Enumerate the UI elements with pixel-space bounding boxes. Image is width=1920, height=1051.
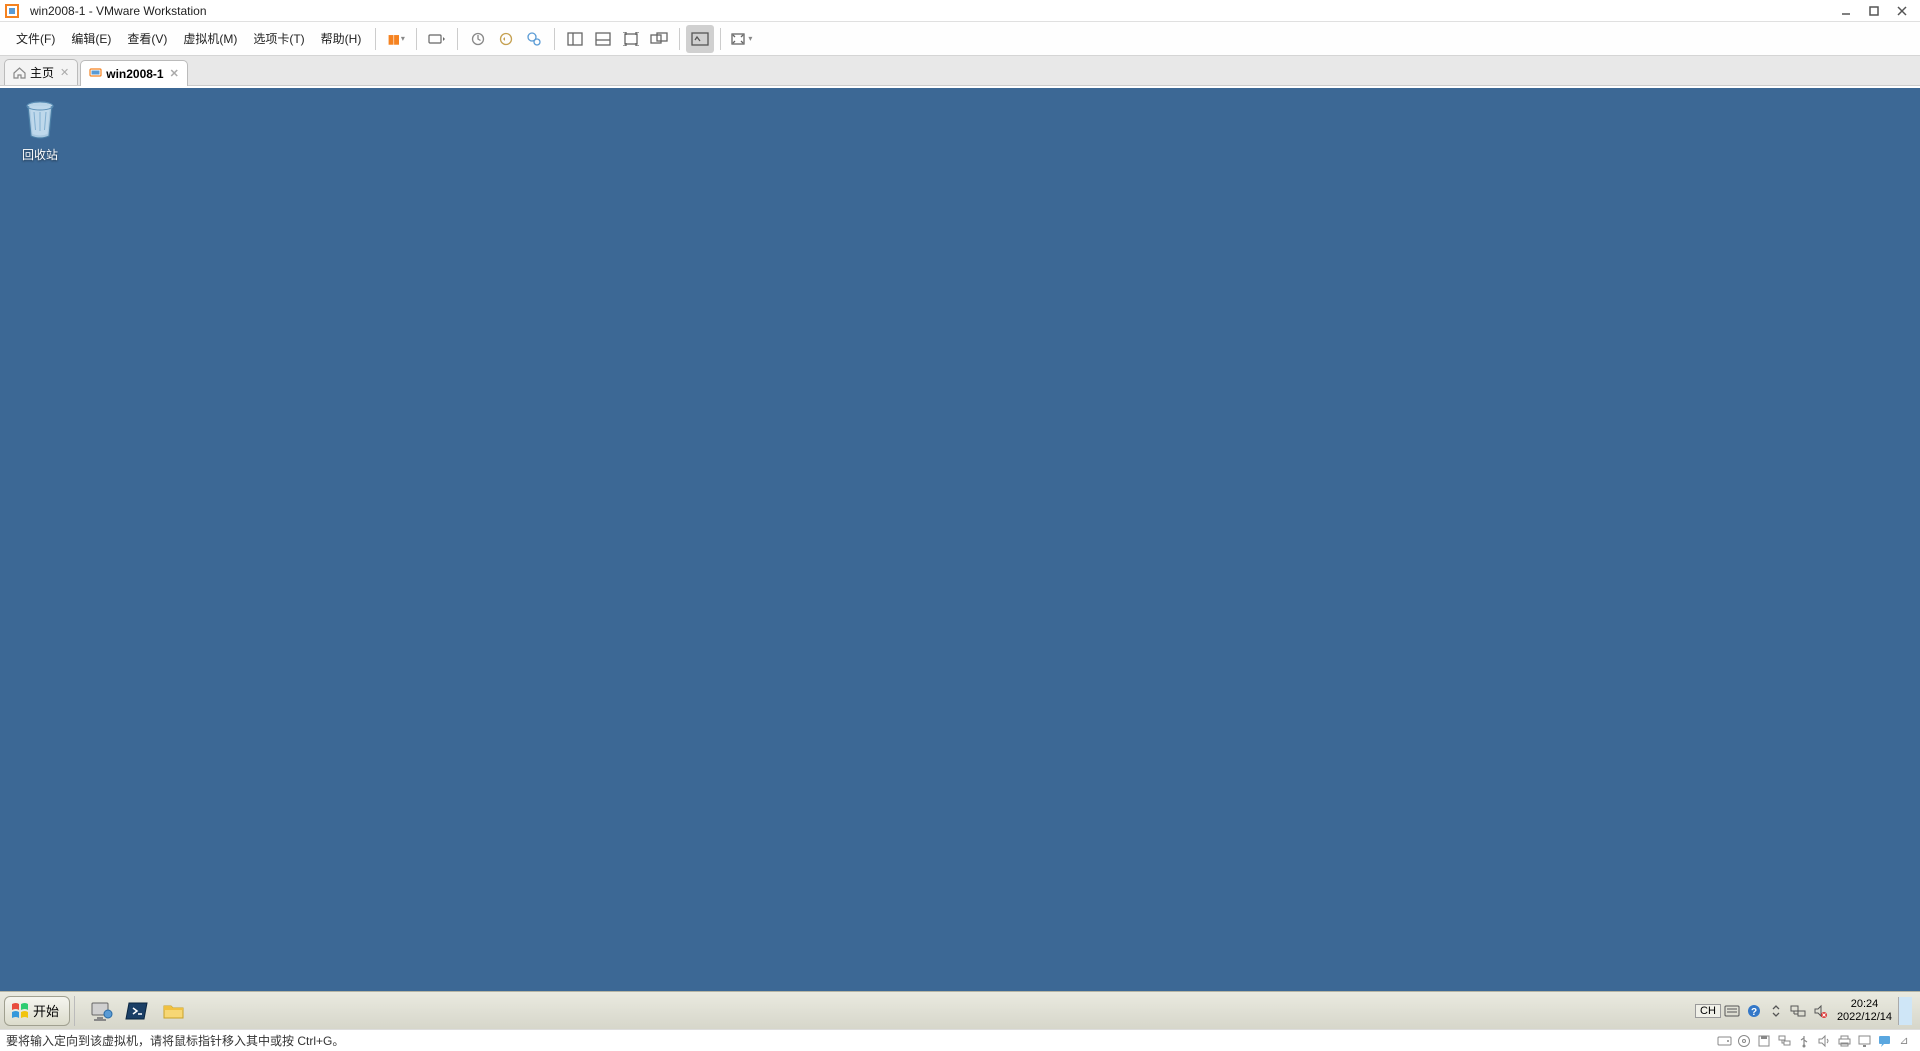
show-desktop-button[interactable] [1898, 997, 1912, 1025]
vmware-status-bar: 要将输入定向到该虚拟机，请将鼠标指针移入其中或按 Ctrl+G。 ⊿ [0, 1029, 1920, 1051]
tab-home[interactable]: 主页 ✕ [4, 59, 78, 85]
keyboard-icon[interactable] [1721, 1000, 1743, 1022]
recycle-bin-label: 回收站 [10, 146, 70, 163]
snapshot-button[interactable] [464, 25, 492, 53]
menu-vm[interactable]: 虚拟机(M) [175, 26, 245, 51]
recycle-bin[interactable]: 回收站 [10, 98, 70, 163]
system-tray: CH ? 20:24 2022/12/14 [1691, 996, 1916, 1026]
device-harddisk-icon[interactable] [1714, 1032, 1734, 1050]
guest-desktop[interactable]: 回收站 [0, 88, 1920, 991]
device-display-icon[interactable] [1854, 1032, 1874, 1050]
fullscreen-button[interactable]: ▾ [727, 25, 755, 53]
tray-chevron-icon[interactable] [1765, 1000, 1787, 1022]
view-fit-button[interactable] [617, 25, 645, 53]
powershell-icon[interactable] [120, 996, 156, 1026]
svg-text:?: ? [1751, 1007, 1757, 1018]
tab-vm-label: win2008-1 [106, 67, 163, 81]
minimize-button[interactable] [1832, 0, 1860, 22]
menubar: 文件(F) 编辑(E) 查看(V) 虚拟机(M) 选项卡(T) 帮助(H) ▮▮… [0, 22, 1920, 56]
menu-tabs[interactable]: 选项卡(T) [245, 26, 312, 51]
tab-bar: 主页 ✕ win2008-1 ✕ [0, 56, 1920, 86]
tab-vm[interactable]: win2008-1 ✕ [80, 60, 188, 86]
menu-view[interactable]: 查看(V) [119, 26, 175, 51]
snapshot-manager-button[interactable] [520, 25, 548, 53]
start-button[interactable]: 开始 [4, 996, 70, 1026]
device-network-icon[interactable] [1774, 1032, 1794, 1050]
tray-clock[interactable]: 20:24 2022/12/14 [1831, 998, 1898, 1024]
device-printer-icon[interactable] [1834, 1032, 1854, 1050]
view-single-button[interactable] [561, 25, 589, 53]
device-usb-icon[interactable] [1794, 1032, 1814, 1050]
guest-taskbar: 开始 CH ? 20:24 2022/12/14 [0, 991, 1920, 1029]
menu-file[interactable]: 文件(F) [8, 26, 63, 51]
help-icon[interactable]: ? [1743, 1000, 1765, 1022]
vmware-titlebar: win2008-1 - VMware Workstation [0, 0, 1920, 22]
status-hint: 要将输入定向到该虚拟机，请将鼠标指针移入其中或按 Ctrl+G。 [6, 1032, 344, 1049]
view-multimon-button[interactable] [645, 25, 673, 53]
revert-snapshot-button[interactable] [492, 25, 520, 53]
tab-home-close[interactable]: ✕ [60, 66, 69, 79]
message-log-icon[interactable] [1874, 1032, 1894, 1050]
maximize-button[interactable] [1860, 0, 1888, 22]
send-ctrl-alt-del-button[interactable] [423, 25, 451, 53]
windows-logo-icon [11, 1002, 29, 1020]
sound-icon[interactable] [1809, 1000, 1831, 1022]
menu-edit[interactable]: 编辑(E) [63, 26, 119, 51]
start-label: 开始 [33, 1001, 59, 1020]
device-floppy-icon[interactable] [1754, 1032, 1774, 1050]
guest-container: 回收站 开始 CH ? [0, 88, 1920, 1029]
vmware-app-icon [4, 3, 20, 19]
tab-home-label: 主页 [30, 64, 54, 81]
pause-button[interactable]: ▮▮▾ [382, 25, 410, 53]
explorer-icon[interactable] [156, 996, 192, 1026]
device-cd-icon[interactable] [1734, 1032, 1754, 1050]
view-console-button[interactable] [589, 25, 617, 53]
unity-button[interactable] [686, 25, 714, 53]
recycle-bin-icon [20, 98, 60, 142]
window-title: win2008-1 - VMware Workstation [30, 4, 207, 18]
record-icon[interactable]: ⊿ [1894, 1032, 1914, 1050]
monitor-icon [89, 67, 102, 80]
tray-time: 20:24 [1837, 998, 1892, 1011]
close-button[interactable] [1888, 0, 1916, 22]
menu-help[interactable]: 帮助(H) [313, 26, 370, 51]
network-icon[interactable] [1787, 1000, 1809, 1022]
home-icon [13, 66, 26, 79]
device-sound-icon[interactable] [1814, 1032, 1834, 1050]
tab-vm-close[interactable]: ✕ [170, 67, 179, 80]
language-indicator[interactable]: CH [1695, 1004, 1721, 1018]
tray-date: 2022/12/14 [1837, 1011, 1892, 1024]
server-manager-icon[interactable] [84, 996, 120, 1026]
